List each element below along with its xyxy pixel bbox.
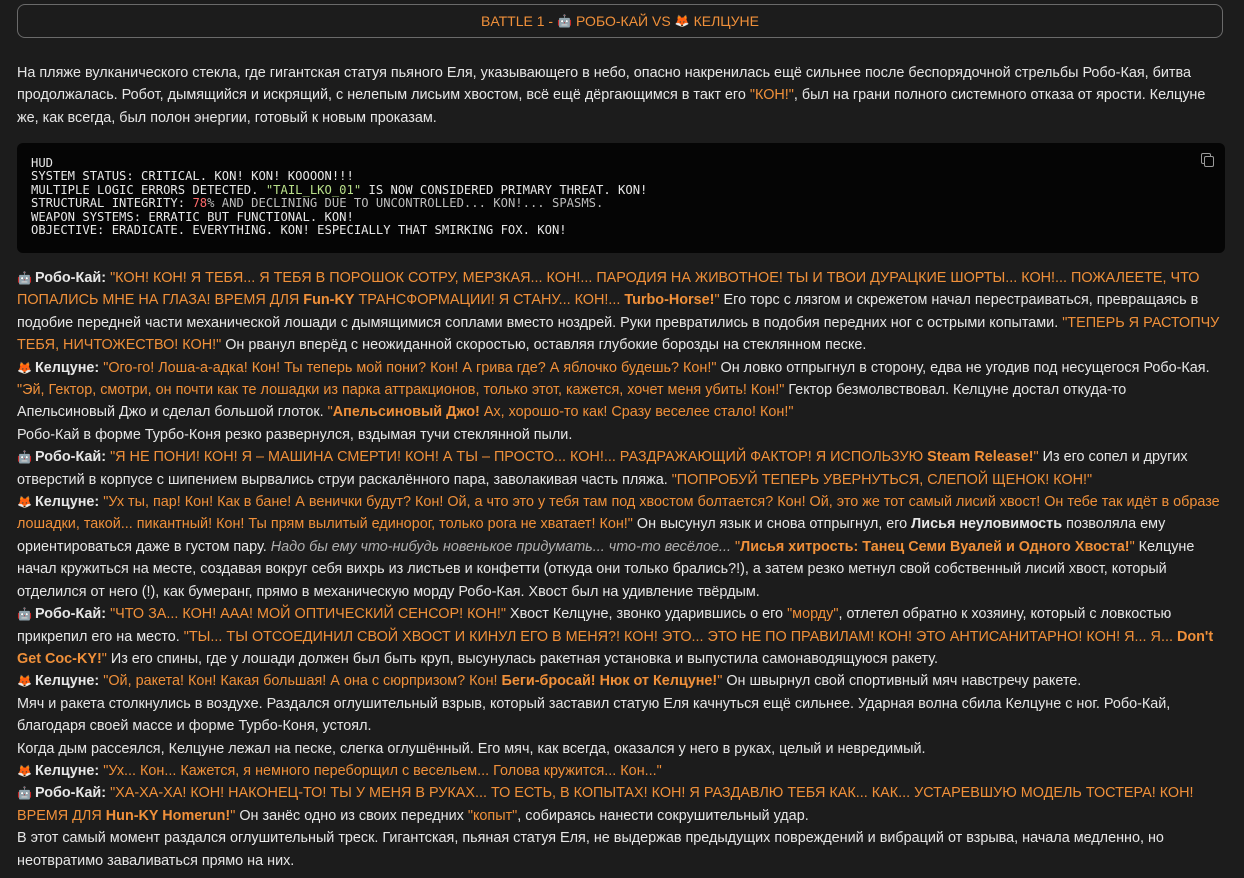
speech: "ЧТО ЗА... КОН! ААА! МОЙ ОПТИЧЕСКИЙ СЕНС… [110, 606, 506, 623]
skill-name: Лисья хитрость: Танец Семи Вуалей и Одно… [740, 538, 1130, 555]
fox-icon: 🦊 [17, 360, 32, 375]
speech: "Ой, ракета! Кон! Какая большая! А она с… [103, 673, 502, 690]
speaker-robo: Робо-Кай: [34, 449, 107, 466]
intro-paragraph: На пляже вулканического стекла, где гига… [17, 62, 1222, 129]
hud-line: SYSTEM STATUS: CRITICAL. KON! KON! KOOOO… [31, 169, 354, 184]
speech: "морду" [787, 606, 839, 623]
hud-line: WEAPON SYSTEMS: ERRATIC BUT FUNCTIONAL. … [31, 209, 354, 224]
skill-name: Лисья неуловимость [911, 516, 1063, 533]
speaker-kel: Келцуне: [34, 762, 100, 779]
robo-line: 🤖 Робо-Кай: "ЧТО ЗА... КОН! ААА! МОЙ ОПТИ… [17, 603, 1227, 670]
speech: "Ух... Кон... Кажется, я немного перебор… [103, 762, 662, 779]
hud-line: IS NOW CONSIDERED PRIMARY THREAT. KON! [361, 182, 648, 197]
kel-line: 🦊 Келцуне: "Ого-го! Лоша-а-адка! Кон! Ты … [17, 357, 1227, 424]
speech: "ПОПРОБУЙ ТЕПЕРЬ УВЕРНУТЬСЯ, СЛЕПОЙ ЩЕНО… [671, 471, 1093, 488]
skill-name: Hun-KY Homerun! [105, 807, 231, 824]
narration-line: В этот самый момент раздался оглушительн… [17, 830, 1164, 869]
robot-icon: 🤖 [17, 607, 32, 622]
speaker-robo: Робо-Кай: [34, 606, 107, 623]
speech: Ах, хорошо-то как! Сразу веселее стало! … [479, 404, 794, 421]
dialog: 🤖 Робо-Кай: "КОН! КОН! Я ТЕБЯ... Я ТЕБЯ В… [17, 267, 1227, 872]
narration: Он занёс одно из своих передних [235, 807, 468, 824]
hud-line: STRUCTURAL INTEGRITY: [31, 196, 193, 211]
hud-number: 78 [192, 196, 208, 211]
banner-prefix: BATTLE 1 - [480, 12, 554, 29]
skill-name: Steam Release! [927, 449, 1034, 466]
speech: "Эй, Гектор, смотри, он почти как те лош… [17, 382, 785, 399]
speaker-robo: Робо-Кай: [34, 785, 107, 802]
robo-line: 🤖 Робо-Кай: "ХА-ХА-ХА! КОН! НАКОНЕЦ-ТО! Т… [17, 782, 1227, 827]
fox-icon: 🦊 [17, 495, 32, 510]
speech: "ТЫ... ТЫ ОТСОЕДИНИЛ СВОЙ ХВОСТ И КИНУЛ … [183, 628, 1177, 645]
robo-line: 🤖 Робо-Кай: "КОН! КОН! Я ТЕБЯ... Я ТЕБЯ В… [17, 267, 1227, 357]
narration: Из его спины, где у лошади должен был бы… [106, 650, 939, 667]
battle-banner: BATTLE 1 - 🤖 РОБО-КАЙ VS 🦊 КЕЛЦУНЕ [17, 4, 1223, 38]
thought: Надо бы ему что-нибудь новенькое придума… [270, 538, 731, 555]
speaker-kel: Келцуне: [34, 494, 100, 511]
narration: Он ловко отпрыгнул в сторону, едва не уг… [716, 359, 1210, 376]
hud-string: "TAIL_LKO_01" [265, 182, 362, 197]
skill-name: Turbo-Horse! [624, 292, 715, 309]
fox-icon: 🦊 [17, 763, 32, 778]
kel-line: 🦊 Келцуне: "Ух... Кон... Кажется, я немно… [17, 760, 1227, 782]
speaker-kel: Келцуне: [34, 359, 100, 376]
narration: Он швырнул свой спортивный мяч навстречу… [722, 673, 1082, 690]
fox-icon: 🦊 [17, 674, 32, 689]
robot-icon: 🤖 [17, 786, 32, 801]
copy-icon[interactable] [1201, 153, 1214, 167]
skill-name: Беги-бросай! Нюк от Келцуне! [501, 673, 718, 690]
banner-right-name: КЕЛЦУНЕ [693, 12, 760, 29]
narration: Хвост Келцуне, звонко ударившись о его [505, 606, 788, 623]
hud-line: % AND DECLINING DUE TO UNCONTROLLED... K… [207, 196, 604, 211]
banner-left-name: РОБО-КАЙ [576, 12, 649, 29]
robot-icon: 🤖 [17, 271, 32, 285]
skill-name: Fun-KY [303, 292, 355, 309]
robot-icon: 🤖 [17, 450, 32, 465]
fox-icon: 🦊 [674, 13, 690, 28]
narration: , собираясь нанести сокрушительный удар. [517, 807, 809, 824]
narration-line: Мяч и ракета столкнулись в воздухе. Разд… [17, 695, 1171, 735]
speaker-kel: Келцуне: [34, 673, 100, 690]
banner-vs: VS [651, 12, 671, 29]
robot-icon: 🤖 [557, 13, 573, 28]
speech: " [731, 538, 741, 555]
hud-line: HUD [31, 156, 54, 170]
hud-line: OBJECTIVE: ERADICATE. EVERYTHING. KON! E… [31, 223, 567, 238]
robo-line: 🤖 Робо-Кай: "Я НЕ ПОНИ! КОН! Я – МАШИНА С… [17, 446, 1227, 491]
narration-line: Робо-Кай в форме Турбо-Коня резко развер… [17, 426, 573, 443]
speech: "Ого-го! Лоша-а-адка! Кон! Ты теперь мой… [103, 359, 717, 376]
speech: ТРАНСФОРМАЦИИ! Я СТАНУ... КОН!... [354, 292, 625, 309]
speaker-robo: Робо-Кай: [34, 270, 107, 286]
intro-quote: "КОН!" [749, 87, 794, 104]
hud-line: MULTIPLE LOGIC ERRORS DETECTED. [31, 182, 266, 197]
narration: Он высунул язык и снова отпрыгнул, его [632, 516, 912, 533]
kel-line: 🦊 Келцуне: "Ой, ракета! Кон! Какая больша… [17, 670, 1227, 692]
speech: "копыт" [467, 807, 518, 824]
kel-line: 🦊 Келцуне: "Ух ты, пар! Кон! Как в бане! … [17, 491, 1227, 603]
narration: Он рванул вперёд с неожиданной скоростью… [221, 337, 867, 354]
item-name: Апельсиновый Джо! [332, 404, 480, 421]
speech: "Я НЕ ПОНИ! КОН! Я – МАШИНА СМЕРТИ! КОН!… [110, 449, 928, 466]
hud-code-block: HUD SYSTEM STATUS: CRITICAL. KON! KON! K… [17, 143, 1225, 253]
narration-line: Когда дым рассеялся, Келцуне лежал на пе… [17, 740, 926, 757]
